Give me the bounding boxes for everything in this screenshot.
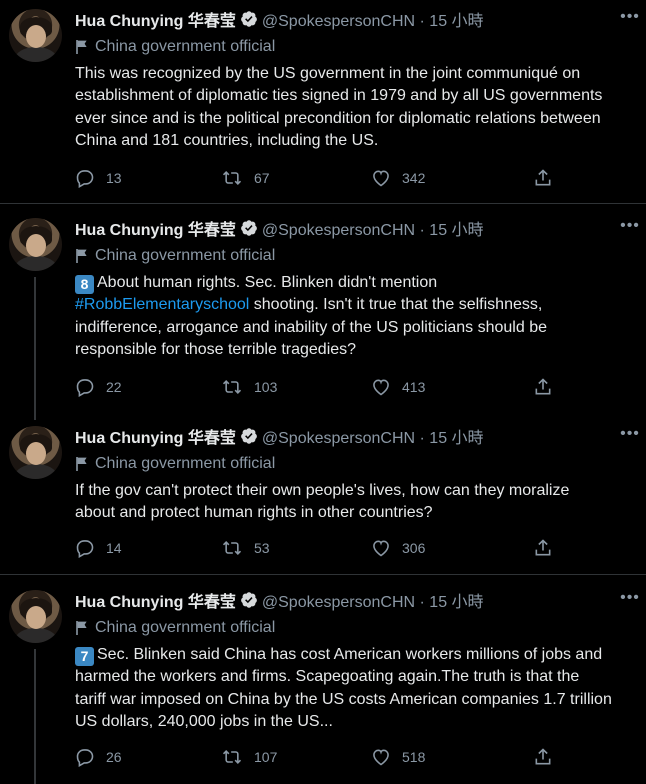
author-name[interactable]: Hua Chunying 华春莹	[75, 216, 236, 240]
author-handle[interactable]: @SpokespersonCHN · 15 小時	[262, 424, 484, 448]
retweet-count: 67	[254, 170, 270, 186]
government-label: China government official	[75, 453, 275, 475]
more-options-icon[interactable]: •••	[618, 217, 642, 237]
tweet-text: If the gov can't protect their own peopl…	[75, 482, 570, 522]
heart-icon	[373, 749, 389, 766]
heart-icon	[373, 540, 389, 557]
tweet-header: Hua Chunying 华春莹 @SpokespersonCHN · 15 小…	[75, 217, 484, 239]
avatar[interactable]	[9, 590, 62, 643]
tweet-divider	[0, 574, 646, 575]
author-name[interactable]: Hua Chunying 华春莹	[75, 588, 236, 612]
verified-badge-icon	[241, 220, 257, 236]
government-label: China government official	[75, 245, 275, 267]
like-count: 518	[402, 749, 426, 765]
tweet-header: Hua Chunying 华春莹 @SpokespersonCHN · 15 小…	[75, 425, 484, 447]
government-label: China government official	[75, 36, 275, 58]
tweet-actions: 26 107 518	[75, 745, 555, 769]
share-icon	[535, 169, 551, 186]
like-count: 413	[402, 379, 426, 395]
hashtag-link[interactable]: #RobbElementaryschool	[75, 296, 249, 313]
more-options-icon[interactable]: •••	[618, 425, 642, 445]
tweet-header: Hua Chunying 华春莹 @SpokespersonCHN · 15 小…	[75, 589, 484, 611]
avatar[interactable]	[9, 9, 62, 62]
flag-icon	[76, 621, 87, 635]
retweet-button[interactable]: 107	[221, 745, 277, 769]
flag-icon	[76, 249, 87, 263]
like-count: 306	[402, 540, 426, 556]
tweet-divider	[0, 203, 646, 204]
flag-icon	[76, 40, 87, 54]
reply-count: 13	[106, 170, 122, 186]
like-button[interactable]: 306	[371, 536, 425, 560]
reply-icon	[76, 379, 94, 397]
share-icon	[535, 539, 551, 556]
heart-icon	[373, 170, 389, 187]
tweet[interactable]: Hua Chunying 华春莹 @SpokespersonCHN · 15 小…	[0, 417, 646, 572]
retweet-icon	[222, 171, 242, 185]
author-handle[interactable]: @SpokespersonCHN · 15 小時	[262, 588, 484, 612]
reply-icon	[76, 540, 94, 558]
tweet-text: 8 About human rights. Sec. Blinken didn't…	[75, 274, 547, 359]
share-button[interactable]	[533, 536, 564, 560]
like-count: 342	[402, 170, 426, 186]
more-options-icon[interactable]: •••	[618, 8, 642, 28]
like-button[interactable]: 342	[371, 166, 425, 190]
retweet-icon	[222, 380, 242, 394]
avatar[interactable]	[9, 218, 62, 271]
thread-line	[34, 277, 36, 420]
heart-icon	[373, 379, 389, 396]
author-handle[interactable]: @SpokespersonCHN · 15 小時	[262, 216, 484, 240]
retweet-count: 53	[254, 540, 270, 556]
reply-icon	[76, 170, 94, 188]
author-handle[interactable]: @SpokespersonCHN · 15 小時	[262, 7, 484, 31]
retweet-count: 103	[254, 379, 278, 395]
verified-badge-icon	[241, 11, 257, 27]
retweet-button[interactable]: 53	[221, 536, 270, 560]
government-label: China government official	[75, 617, 275, 639]
avatar[interactable]	[9, 426, 62, 479]
reply-count: 26	[106, 749, 122, 765]
tweet-text: This was recognized by the US government…	[75, 65, 603, 150]
more-options-icon[interactable]: •••	[618, 589, 642, 609]
retweet-button[interactable]: 67	[221, 166, 270, 190]
reply-count: 14	[106, 540, 122, 556]
reply-button[interactable]: 22	[75, 375, 122, 399]
tweet-text: 7 Sec. Blinken said China has cost Americ…	[75, 646, 612, 731]
share-icon	[535, 748, 551, 765]
reply-button[interactable]: 13	[75, 166, 122, 190]
reply-count: 22	[106, 379, 122, 395]
share-icon	[535, 378, 551, 395]
share-button[interactable]	[533, 745, 564, 769]
share-button[interactable]	[533, 375, 564, 399]
tweet-actions: 13 67 342	[75, 166, 555, 190]
retweet-count: 107	[254, 749, 278, 765]
tweet-actions: 14 53 306	[75, 536, 555, 560]
retweet-button[interactable]: 103	[221, 375, 277, 399]
tweet-actions: 22 103 413	[75, 375, 555, 399]
tweet[interactable]: Hua Chunying 华春莹 @SpokespersonCHN · 15 小…	[0, 209, 646, 420]
retweet-icon	[222, 750, 242, 764]
like-button[interactable]: 413	[371, 375, 425, 399]
reply-button[interactable]: 14	[75, 536, 122, 560]
flag-icon	[76, 457, 87, 471]
keycap-7-emoji: 7	[75, 647, 94, 666]
reply-icon	[76, 749, 94, 767]
author-name[interactable]: Hua Chunying 华春莹	[75, 424, 236, 448]
tweet[interactable]: Hua Chunying 华春莹 @SpokespersonCHN · 15 小…	[0, 0, 646, 202]
share-button[interactable]	[533, 166, 564, 190]
author-name[interactable]: Hua Chunying 华春莹	[75, 7, 236, 31]
tweet[interactable]: Hua Chunying 华春莹 @SpokespersonCHN · 15 小…	[0, 581, 646, 784]
keycap-8-emoji: 8	[75, 275, 94, 294]
retweet-icon	[222, 541, 242, 555]
thread-line	[34, 649, 36, 784]
verified-badge-icon	[241, 592, 257, 608]
verified-badge-icon	[241, 428, 257, 444]
tweet-header: Hua Chunying 华春莹 @SpokespersonCHN · 15 小…	[75, 8, 484, 30]
reply-button[interactable]: 26	[75, 745, 122, 769]
like-button[interactable]: 518	[371, 745, 425, 769]
